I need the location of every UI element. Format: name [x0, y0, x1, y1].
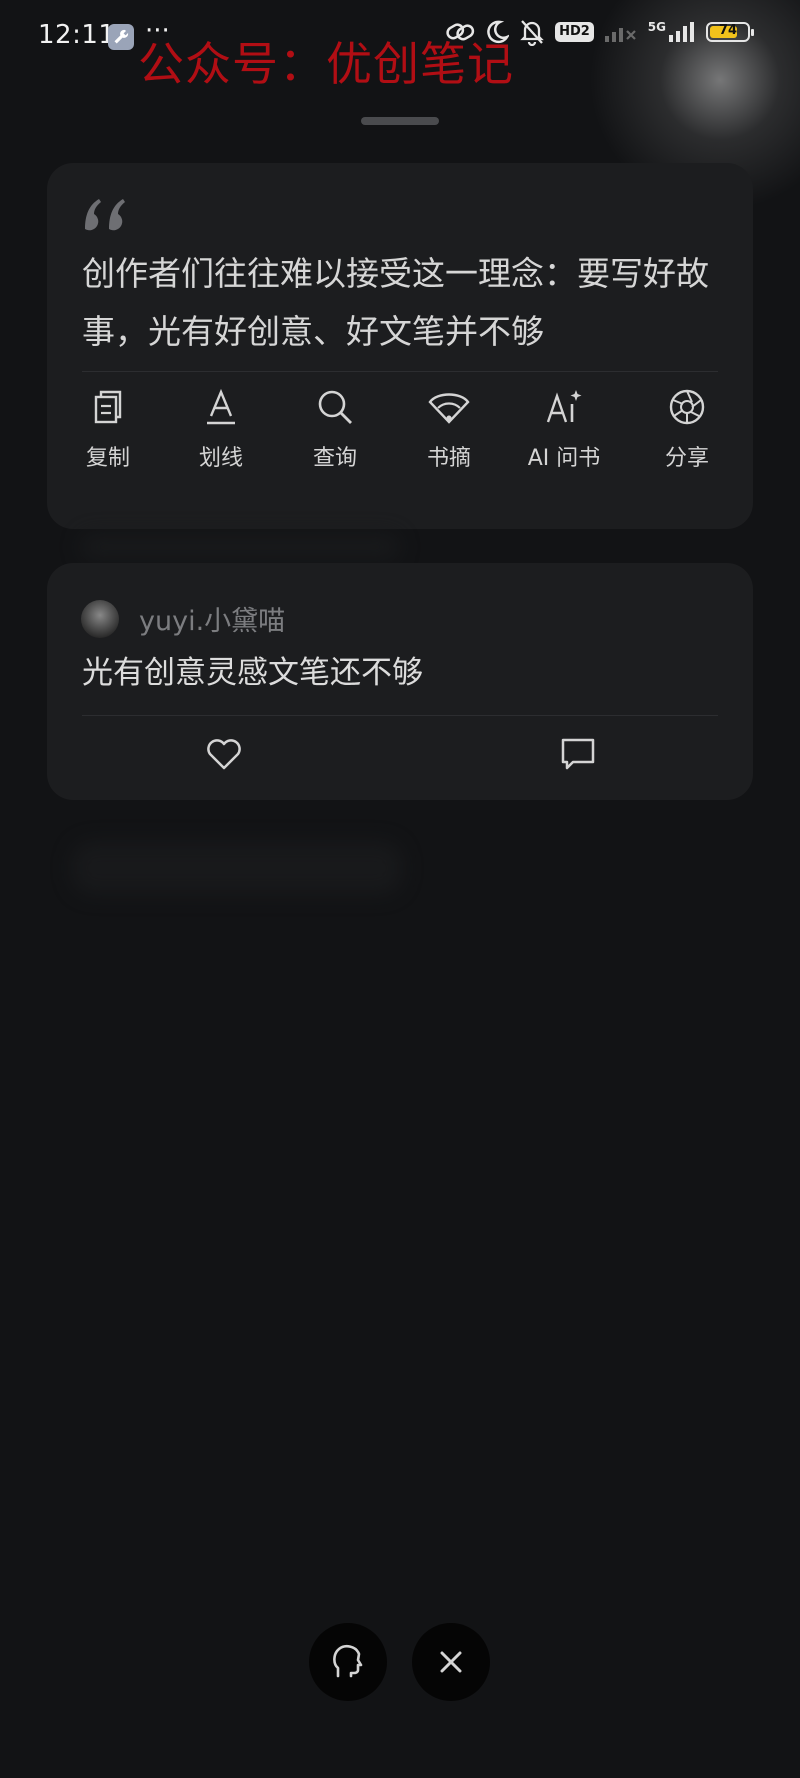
blurred-background-row	[80, 534, 400, 560]
hd-voice-badge: HD2	[555, 22, 594, 42]
close-button[interactable]	[412, 1623, 490, 1701]
search-label: 查询	[312, 446, 357, 471]
aperture-icon	[669, 389, 705, 425]
signal-weak-icon	[604, 28, 636, 42]
comment-username[interactable]: yuyi.小黛喵	[139, 599, 285, 638]
signal-strong-icon	[669, 22, 694, 42]
comment-card: yuyi.小黛喵 光有创意灵感文笔还不够	[47, 563, 753, 800]
like-button[interactable]	[205, 736, 243, 772]
share-button[interactable]: 分享	[637, 388, 737, 472]
status-time: 12:11	[38, 20, 116, 50]
profile-button[interactable]	[309, 1623, 387, 1701]
ai-ask-book-label: AI 问书	[527, 446, 601, 471]
comment-bubble-icon	[561, 738, 595, 770]
network-type-label: 5G	[647, 20, 666, 34]
share-label: 分享	[664, 446, 709, 471]
quote-text: 创作者们往往难以接受这一理念：要写好故事，光有好创意、好文笔并不够	[82, 254, 709, 351]
close-icon	[440, 1651, 462, 1673]
battery-level: 74	[718, 23, 738, 38]
fan-icon	[428, 393, 470, 424]
quote-card: 创作者们往往难以接受这一理念：要写好故事，光有好创意、好文笔并不够 复制 划线	[47, 163, 753, 529]
avatar[interactable]	[81, 600, 119, 638]
screen: 12:11 ··· HD2 5G 74 公众号：优创笔记 创作者们往往难以接受这…	[0, 0, 800, 1778]
quote-actions: 复制 划线 查询 书摘 AI 问书 分享	[47, 388, 753, 488]
watermark-text: 公众号：优创笔记	[138, 37, 514, 91]
blurred-background-row	[72, 842, 402, 894]
excerpt-label: 书摘	[426, 446, 471, 471]
battery-icon: 74	[706, 22, 754, 42]
copy-icon	[94, 390, 122, 424]
underline-icon	[207, 388, 235, 425]
heart-icon	[207, 739, 241, 770]
bell-off-icon	[520, 20, 544, 46]
quote-mark-icon	[85, 199, 125, 231]
head-profile-icon	[333, 1644, 363, 1678]
sheet-drag-handle[interactable]	[361, 117, 439, 125]
quote-divider	[82, 371, 718, 372]
wrench-icon	[108, 24, 134, 50]
signal-5g-group: 5G	[648, 21, 696, 43]
comment-text: 光有创意灵感文笔还不够	[82, 655, 423, 691]
ai-sparkle-icon	[546, 390, 582, 423]
excerpt-button[interactable]: 书摘	[399, 388, 499, 472]
copy-button[interactable]: 复制	[58, 388, 158, 472]
search-icon	[318, 390, 352, 424]
underline-label: 划线	[198, 446, 243, 471]
copy-label: 复制	[85, 446, 130, 471]
underline-button[interactable]: 划线	[171, 388, 271, 472]
battery-tip	[751, 29, 754, 36]
comment-divider	[82, 715, 718, 716]
reply-button[interactable]	[559, 736, 597, 772]
status-bar: 12:11 ··· HD2 5G 74 公众号：优创笔记	[0, 0, 800, 91]
ai-ask-book-button[interactable]: AI 问书	[514, 388, 614, 472]
search-button[interactable]: 查询	[285, 388, 385, 472]
